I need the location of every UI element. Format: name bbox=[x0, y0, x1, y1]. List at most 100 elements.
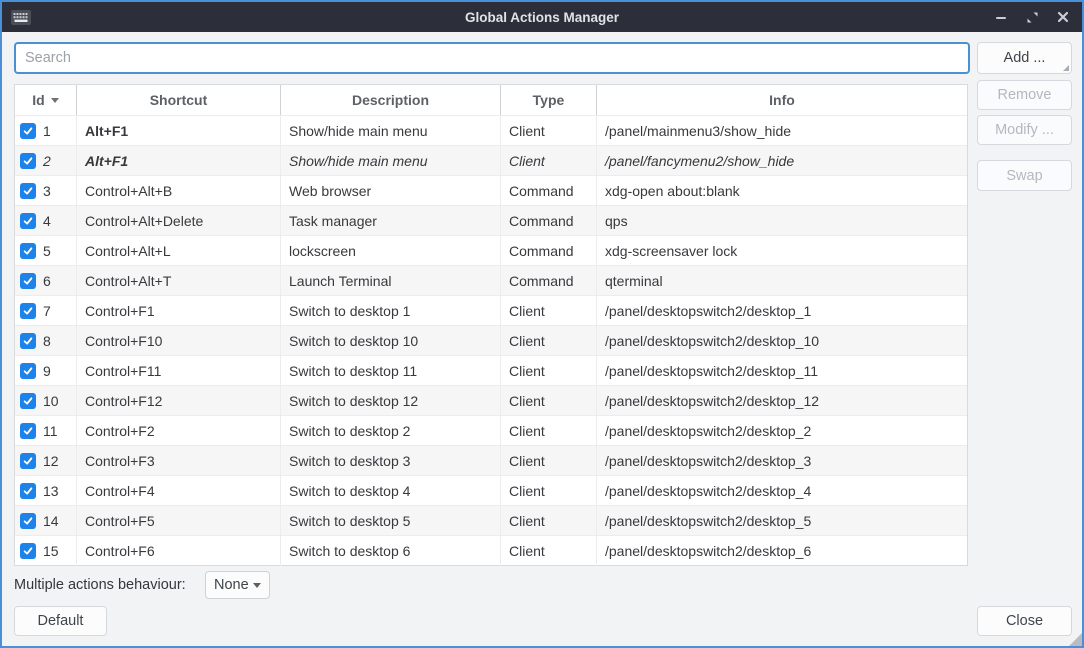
table-row[interactable]: 12 Control+F3 Switch to desktop 3 Client… bbox=[15, 445, 967, 475]
cell-info: xdg-open about:blank bbox=[597, 176, 967, 206]
row-enabled-checkbox[interactable] bbox=[20, 423, 36, 439]
table-row[interactable]: 2 Alt+F1 Show/hide main menu Client /pan… bbox=[15, 145, 967, 175]
cell-info: /panel/mainmenu3/show_hide bbox=[597, 116, 967, 146]
row-enabled-checkbox[interactable] bbox=[20, 393, 36, 409]
sort-descending-icon bbox=[51, 98, 59, 103]
checkmark-icon bbox=[22, 485, 34, 497]
cell-shortcut: Control+F11 bbox=[77, 356, 281, 386]
table-row[interactable]: 4 Control+Alt+Delete Task manager Comman… bbox=[15, 205, 967, 235]
cell-info: /panel/desktopswitch2/desktop_4 bbox=[597, 476, 967, 506]
cell-shortcut: Control+F10 bbox=[77, 326, 281, 356]
minimize-button[interactable] bbox=[994, 10, 1008, 24]
maximize-button[interactable] bbox=[1025, 10, 1039, 24]
row-enabled-checkbox[interactable] bbox=[20, 273, 36, 289]
behaviour-select[interactable]: None bbox=[205, 571, 270, 599]
shortcuts-table: Id Shortcut Description Type Info 1 Alt+… bbox=[14, 84, 968, 566]
cell-type: Command bbox=[501, 236, 597, 266]
row-enabled-checkbox[interactable] bbox=[20, 123, 36, 139]
swap-button[interactable]: Swap bbox=[977, 160, 1072, 191]
cell-description: Show/hide main menu bbox=[281, 146, 501, 176]
cell-shortcut: Control+F4 bbox=[77, 476, 281, 506]
cell-type: Client bbox=[501, 386, 597, 416]
column-header-id-label: Id bbox=[32, 92, 44, 108]
checkmark-icon bbox=[22, 275, 34, 287]
table-row[interactable]: 3 Control+Alt+B Web browser Command xdg-… bbox=[15, 175, 967, 205]
cell-info: /panel/desktopswitch2/desktop_2 bbox=[597, 416, 967, 446]
cell-description: Switch to desktop 3 bbox=[281, 446, 501, 476]
cell-shortcut: Alt+F1 bbox=[77, 146, 281, 176]
titlebar[interactable]: Global Actions Manager bbox=[2, 2, 1082, 32]
row-enabled-checkbox[interactable] bbox=[20, 363, 36, 379]
checkmark-icon bbox=[22, 185, 34, 197]
menu-indicator-icon bbox=[1063, 65, 1069, 71]
row-enabled-checkbox[interactable] bbox=[20, 213, 36, 229]
checkmark-icon bbox=[22, 545, 34, 557]
cell-description: Launch Terminal bbox=[281, 266, 501, 296]
close-icon bbox=[1057, 11, 1069, 23]
checkmark-icon bbox=[22, 365, 34, 377]
cell-description: Switch to desktop 1 bbox=[281, 296, 501, 326]
table-row[interactable]: 10 Control+F12 Switch to desktop 12 Clie… bbox=[15, 385, 967, 415]
cell-shortcut: Control+F1 bbox=[77, 296, 281, 326]
cell-shortcut: Alt+F1 bbox=[77, 116, 281, 146]
row-enabled-checkbox[interactable] bbox=[20, 153, 36, 169]
table-row[interactable]: 5 Control+Alt+L lockscreen Command xdg-s… bbox=[15, 235, 967, 265]
maximize-icon bbox=[1026, 11, 1039, 24]
cell-shortcut: Control+Alt+B bbox=[77, 176, 281, 206]
row-enabled-checkbox[interactable] bbox=[20, 303, 36, 319]
cell-info: qps bbox=[597, 206, 967, 236]
cell-type: Client bbox=[501, 506, 597, 536]
table-body: 1 Alt+F1 Show/hide main menu Client /pan… bbox=[15, 115, 967, 565]
remove-button[interactable]: Remove bbox=[977, 80, 1072, 110]
row-id: 11 bbox=[43, 423, 58, 439]
column-header-description[interactable]: Description bbox=[281, 85, 501, 115]
add-button[interactable]: Add ... bbox=[977, 42, 1072, 74]
checkmark-icon bbox=[22, 305, 34, 317]
cell-shortcut: Control+Alt+L bbox=[77, 236, 281, 266]
checkmark-icon bbox=[22, 455, 34, 467]
cell-info: /panel/desktopswitch2/desktop_3 bbox=[597, 446, 967, 476]
table-row[interactable]: 7 Control+F1 Switch to desktop 1 Client … bbox=[15, 295, 967, 325]
cell-type: Command bbox=[501, 206, 597, 236]
modify-button[interactable]: Modify ... bbox=[977, 115, 1072, 145]
table-row[interactable]: 1 Alt+F1 Show/hide main menu Client /pan… bbox=[15, 115, 967, 145]
close-button[interactable] bbox=[1056, 10, 1070, 24]
row-enabled-checkbox[interactable] bbox=[20, 183, 36, 199]
table-row[interactable]: 9 Control+F11 Switch to desktop 11 Clien… bbox=[15, 355, 967, 385]
checkmark-icon bbox=[22, 245, 34, 257]
close-dialog-button[interactable]: Close bbox=[977, 606, 1072, 636]
search-input[interactable] bbox=[14, 42, 970, 74]
cell-info: xdg-screensaver lock bbox=[597, 236, 967, 266]
row-enabled-checkbox[interactable] bbox=[20, 513, 36, 529]
column-header-id[interactable]: Id bbox=[15, 85, 77, 115]
table-row[interactable]: 15 Control+F6 Switch to desktop 6 Client… bbox=[15, 535, 967, 565]
cell-type: Command bbox=[501, 266, 597, 296]
column-header-shortcut[interactable]: Shortcut bbox=[77, 85, 281, 115]
keyboard-icon bbox=[11, 10, 31, 25]
cell-info: /panel/desktopswitch2/desktop_6 bbox=[597, 536, 967, 566]
column-header-info[interactable]: Info bbox=[597, 85, 967, 115]
cell-shortcut: Control+F6 bbox=[77, 536, 281, 566]
table-row[interactable]: 8 Control+F10 Switch to desktop 10 Clien… bbox=[15, 325, 967, 355]
cell-description: Web browser bbox=[281, 176, 501, 206]
row-enabled-checkbox[interactable] bbox=[20, 243, 36, 259]
cell-description: Switch to desktop 2 bbox=[281, 416, 501, 446]
cell-shortcut: Control+Alt+T bbox=[77, 266, 281, 296]
row-enabled-checkbox[interactable] bbox=[20, 543, 36, 559]
cell-info: /panel/fancymenu2/show_hide bbox=[597, 146, 967, 176]
table-row[interactable]: 14 Control+F5 Switch to desktop 5 Client… bbox=[15, 505, 967, 535]
table-row[interactable]: 6 Control+Alt+T Launch Terminal Command … bbox=[15, 265, 967, 295]
cell-type: Client bbox=[501, 356, 597, 386]
cell-type: Client bbox=[501, 446, 597, 476]
cell-type: Client bbox=[501, 536, 597, 566]
default-button[interactable]: Default bbox=[14, 606, 107, 636]
behaviour-select-value: None bbox=[214, 577, 249, 593]
row-enabled-checkbox[interactable] bbox=[20, 453, 36, 469]
column-header-type[interactable]: Type bbox=[501, 85, 597, 115]
table-row[interactable]: 11 Control+F2 Switch to desktop 2 Client… bbox=[15, 415, 967, 445]
resize-grip[interactable] bbox=[1069, 633, 1082, 646]
row-enabled-checkbox[interactable] bbox=[20, 333, 36, 349]
row-enabled-checkbox[interactable] bbox=[20, 483, 36, 499]
table-row[interactable]: 13 Control+F4 Switch to desktop 4 Client… bbox=[15, 475, 967, 505]
row-id: 14 bbox=[43, 513, 59, 529]
